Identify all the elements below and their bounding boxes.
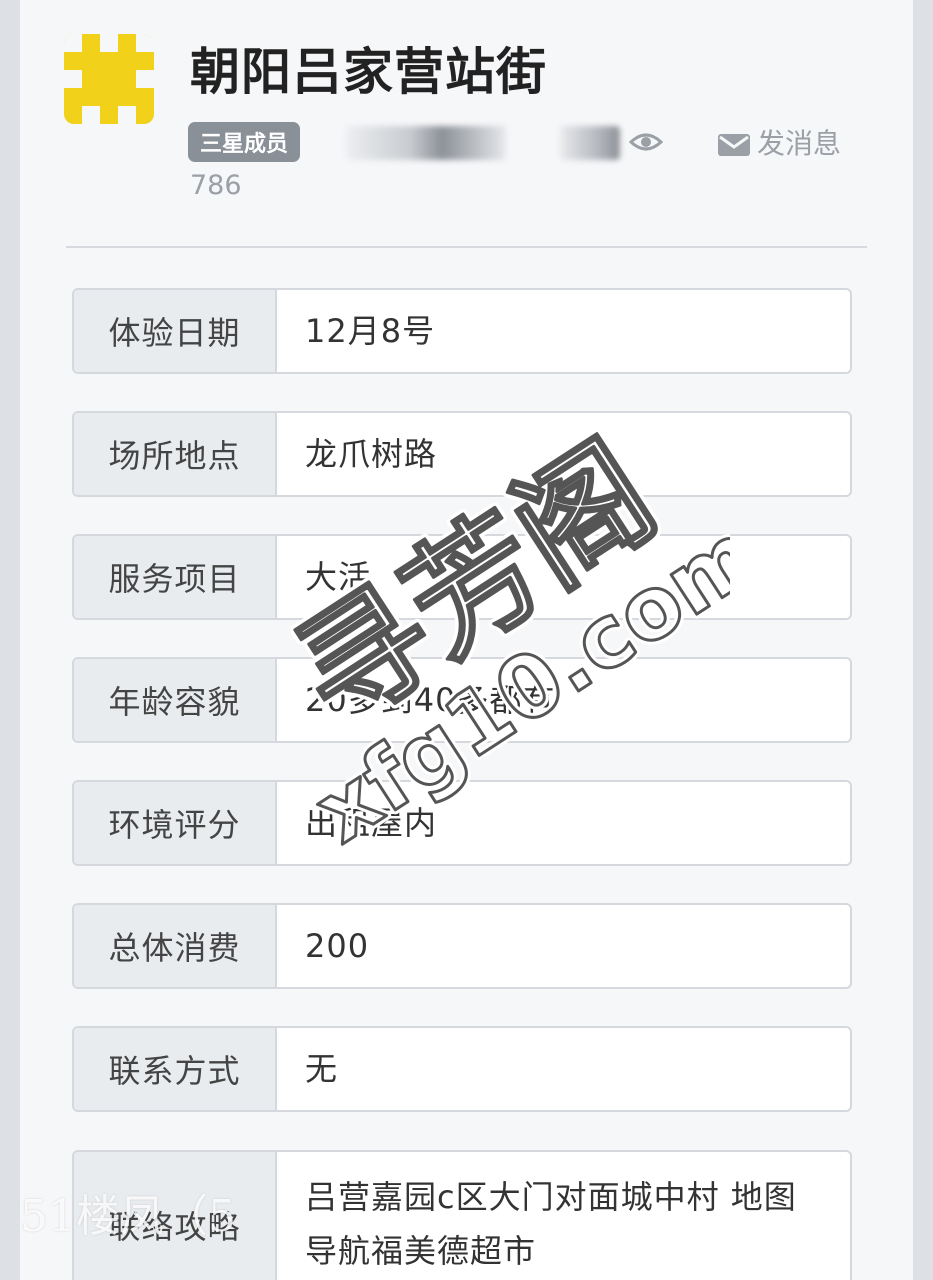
field-value: 12月8号: [305, 312, 436, 350]
field-row-environment: 环境评分 出租屋内: [72, 780, 852, 866]
field-value: 大活: [305, 558, 372, 596]
blurred-meta: [560, 126, 620, 160]
mail-icon: [718, 134, 750, 156]
field-value: 无: [305, 1050, 339, 1088]
member-level-badge: 三星成员: [188, 122, 301, 162]
field-row-cost: 总体消费 200: [72, 903, 852, 989]
field-value: 20多到40多都有: [305, 681, 556, 719]
field-label: 联络攻略: [74, 1152, 277, 1280]
field-row-service: 服务项目 大活: [72, 534, 852, 620]
field-label: 联系方式: [74, 1028, 277, 1110]
field-row-age: 年龄容貌 20多到40多都有: [72, 657, 852, 743]
field-label: 环境评分: [74, 782, 277, 864]
send-message-button[interactable]: 发消息: [717, 122, 847, 166]
field-label: 场所地点: [74, 413, 277, 495]
field-row-contact: 联系方式 无: [72, 1026, 852, 1112]
field-value: 200: [305, 927, 370, 965]
field-label: 总体消费: [74, 905, 277, 987]
eye-icon: [629, 133, 663, 151]
view-count: 786: [190, 170, 242, 201]
field-row-date: 体验日期 12月8号: [72, 288, 852, 374]
field-label: 服务项目: [74, 536, 277, 618]
field-value: 吕营嘉园c区大门对面城中村 地图导航福美德超市: [305, 1178, 797, 1270]
field-row-location: 场所地点 龙爪树路: [72, 411, 852, 497]
post-title: 朝阳吕家营站街: [190, 43, 547, 101]
field-value: 出租屋内: [305, 804, 438, 842]
send-message-label: 发消息: [757, 127, 842, 160]
header-divider: [66, 246, 867, 248]
post-card: 朝阳吕家营站街 三星成员 786 发消息 体验日期 12月8号 场所地点 龙爪树…: [20, 0, 913, 1280]
avatar-pattern-icon: [64, 34, 154, 124]
field-row-guide: 联络攻略 吕营嘉园c区大门对面城中村 地图导航福美德超市: [72, 1150, 852, 1280]
field-label: 年龄容貌: [74, 659, 277, 741]
field-label: 体验日期: [74, 290, 277, 372]
avatar[interactable]: [64, 34, 154, 124]
blurred-username: [346, 126, 506, 160]
field-value: 龙爪树路: [305, 435, 438, 473]
